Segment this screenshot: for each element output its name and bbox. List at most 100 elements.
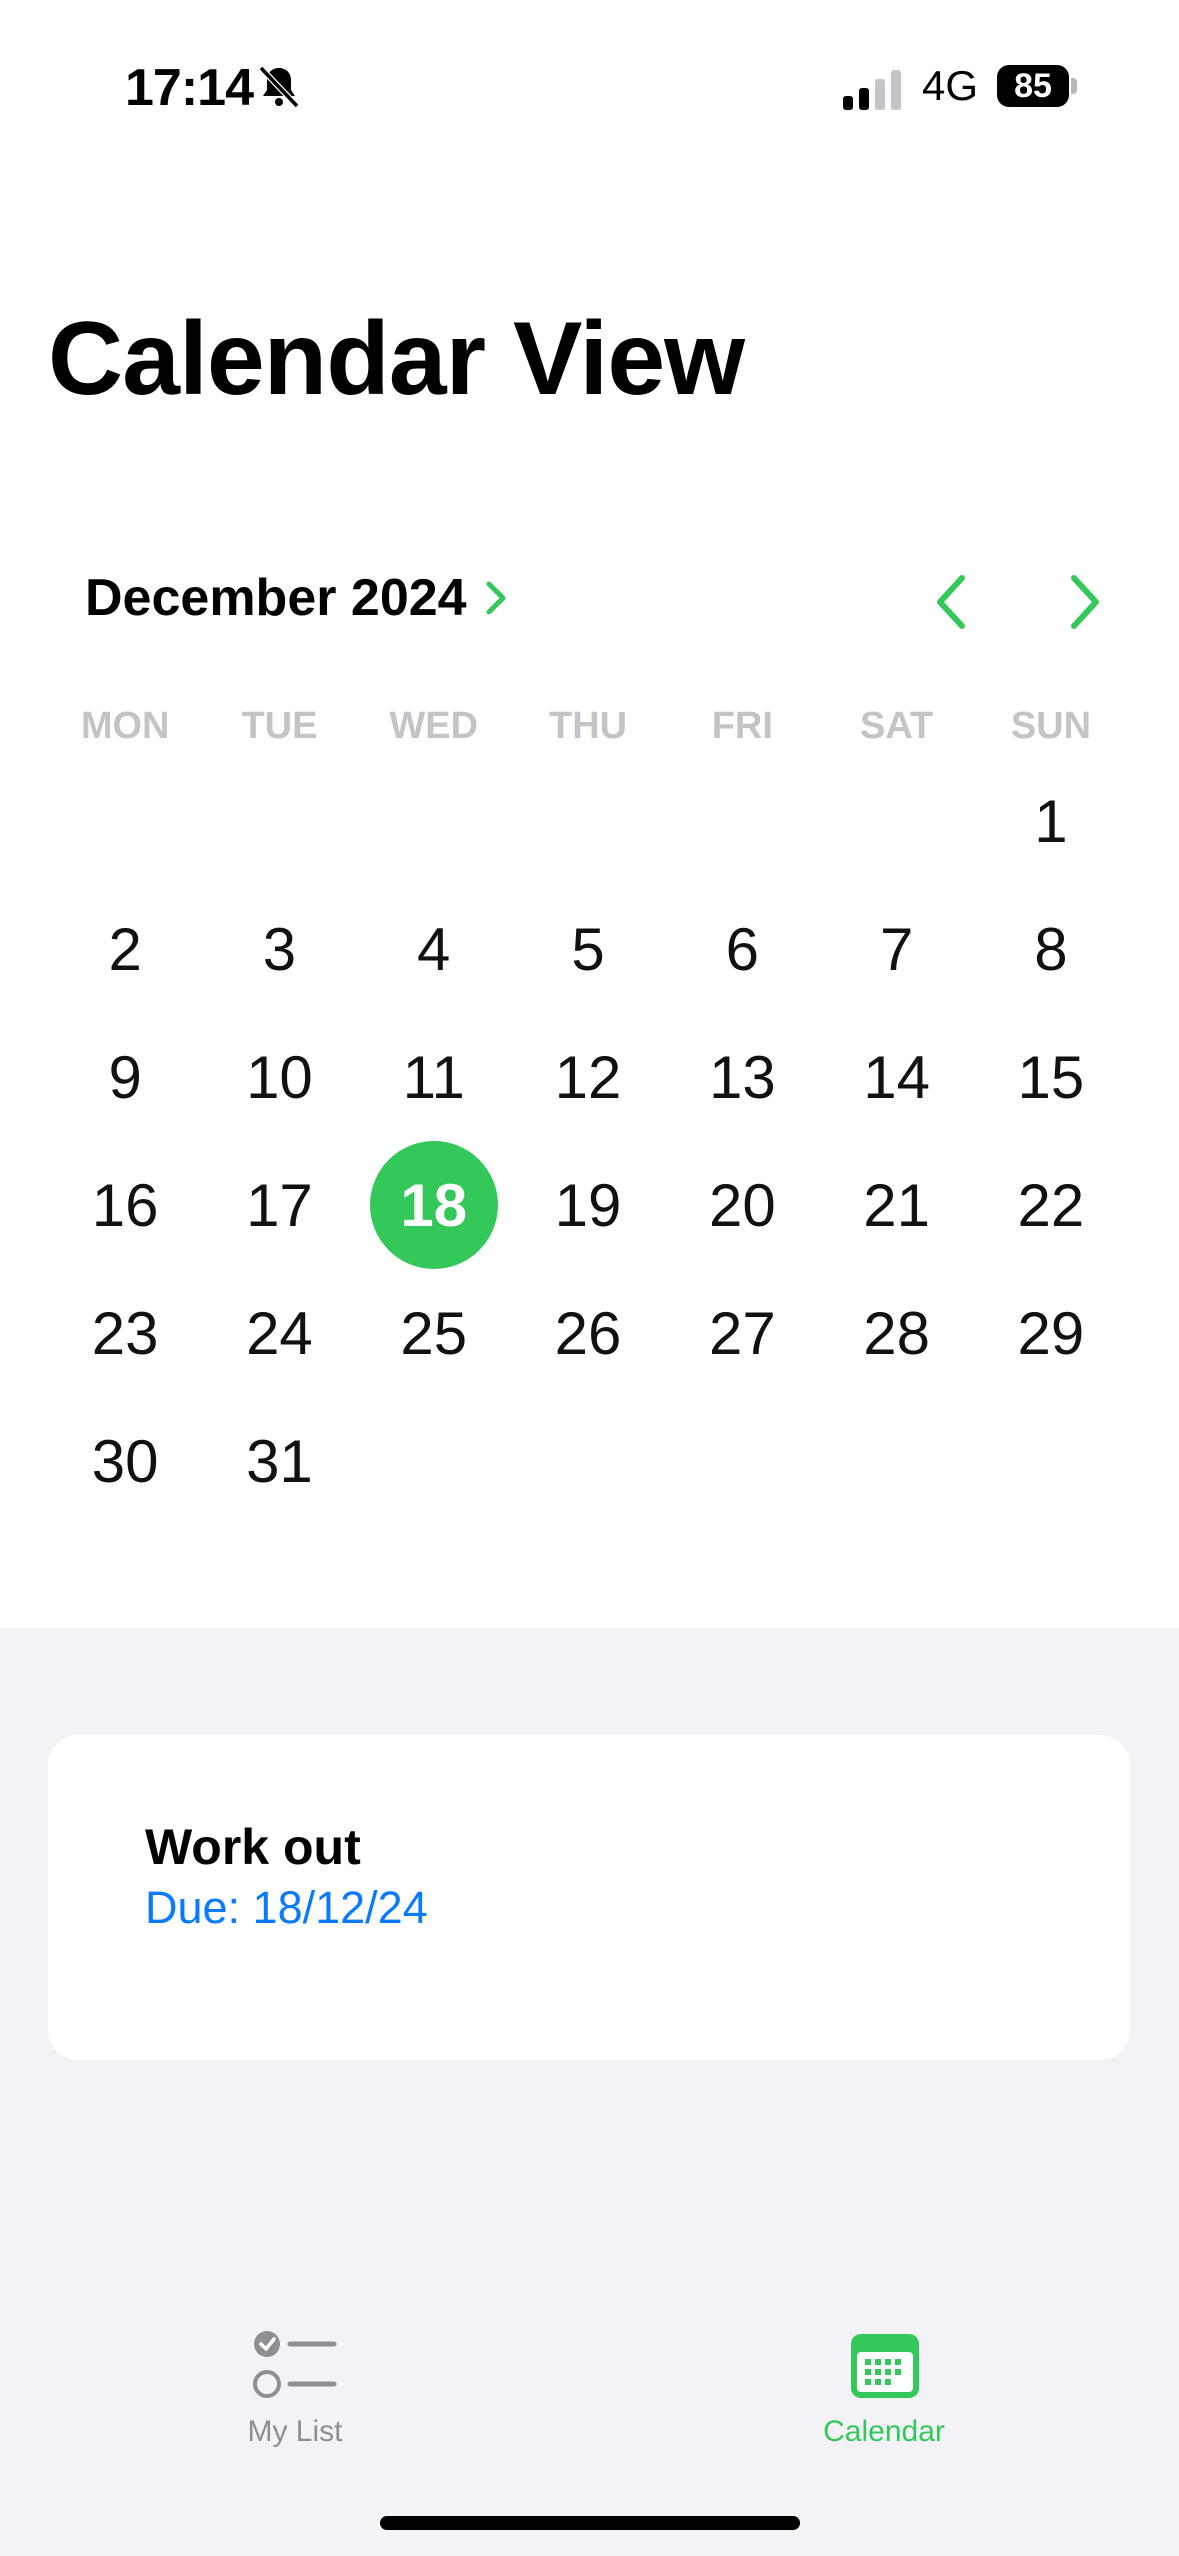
- day-number: 18: [369, 1141, 498, 1269]
- tab-calendar[interactable]: Calendar: [734, 2320, 1034, 2460]
- tab-label: My List: [247, 2415, 343, 2448]
- day-number: 25: [400, 1299, 468, 1367]
- status-bar: 17:14 4G 85: [0, 0, 1179, 175]
- empty-day-cell: [357, 757, 511, 885]
- weekday-label: MON: [80, 705, 170, 747]
- day-number: 10: [246, 1043, 313, 1111]
- calendar-day[interactable]: 16: [48, 1141, 202, 1269]
- calendar-day[interactable]: 19: [511, 1141, 665, 1269]
- empty-day-cell: [665, 757, 819, 885]
- weekday-label: WED: [389, 705, 479, 747]
- calendar-day[interactable]: 12: [511, 1013, 665, 1141]
- calendar-day[interactable]: 4: [357, 885, 511, 1013]
- weekday-header-row: MON TUE WED THU FRI SAT SUN: [48, 705, 1148, 748]
- calendar-day[interactable]: 21: [819, 1141, 973, 1269]
- empty-day-cell: [819, 757, 973, 885]
- task-title: Work out: [145, 1819, 361, 1875]
- calendar-day[interactable]: 8: [974, 885, 1128, 1013]
- day-number: 4: [417, 915, 451, 983]
- home-indicator[interactable]: [380, 2516, 800, 2530]
- calendar-day[interactable]: 20: [665, 1141, 819, 1269]
- calendar-day[interactable]: 3: [202, 885, 356, 1013]
- day-number: 8: [1034, 915, 1068, 983]
- day-number: 26: [554, 1299, 622, 1367]
- calendar-day[interactable]: 23: [48, 1269, 202, 1397]
- month-label: December 2024: [85, 569, 467, 627]
- day-number: 27: [708, 1299, 776, 1367]
- calendar-day[interactable]: 11: [357, 1013, 511, 1141]
- empty-day-cell: [974, 1397, 1128, 1525]
- day-number: 11: [402, 1043, 465, 1111]
- network-label: 4G: [922, 62, 979, 109]
- weekday-label: SAT: [860, 705, 934, 747]
- tab-my-list[interactable]: My List: [145, 2320, 445, 2460]
- weekday-label: THU: [548, 705, 628, 747]
- day-number: 31: [246, 1427, 313, 1495]
- month-picker[interactable]: December 2024: [85, 568, 511, 628]
- calendar-day[interactable]: 22: [974, 1141, 1128, 1269]
- day-number: 17: [246, 1171, 313, 1239]
- empty-day-cell: [202, 757, 356, 885]
- calendar-day[interactable]: 5: [511, 885, 665, 1013]
- next-month-button[interactable]: [1066, 570, 1106, 634]
- calendar-day[interactable]: 2: [48, 885, 202, 1013]
- day-number: 1: [1034, 787, 1068, 855]
- day-number: 14: [863, 1043, 930, 1111]
- calendar-day[interactable]: 17: [202, 1141, 356, 1269]
- day-number: 7: [879, 915, 914, 983]
- day-number: 9: [108, 1043, 142, 1111]
- day-number: 16: [91, 1171, 159, 1239]
- calendar-days-grid: 1 2 3 4 5 6 7 8 9 10 11 12 13 14 15 16 17 18 19 20 21 22 23 24 2…: [48, 757, 1148, 1525]
- calendar-day[interactable]: 13: [665, 1013, 819, 1141]
- calendar-day[interactable]: 30: [48, 1397, 202, 1525]
- calendar-day[interactable]: 29: [974, 1269, 1128, 1397]
- day-number: 20: [708, 1171, 776, 1239]
- day-number: 29: [1017, 1299, 1085, 1367]
- bell-slash-icon: [258, 65, 300, 109]
- weekday-label: FRI: [711, 705, 773, 747]
- calendar-day[interactable]: 7: [819, 885, 973, 1013]
- calendar-day[interactable]: 26: [511, 1269, 665, 1397]
- day-number: 3: [262, 915, 297, 983]
- signal-icon: [843, 70, 901, 110]
- tab-label: Calendar: [823, 2415, 945, 2448]
- day-number: 6: [725, 915, 760, 983]
- empty-day-cell: [511, 1397, 665, 1525]
- task-due-date: Due: 18/12/24: [145, 1882, 428, 1933]
- day-number: 23: [91, 1299, 159, 1367]
- calendar-day[interactable]: 18: [357, 1141, 511, 1269]
- empty-day-cell: [819, 1397, 973, 1525]
- battery-level: 85: [1014, 67, 1052, 105]
- calendar-day[interactable]: 6: [665, 885, 819, 1013]
- day-number: 2: [108, 915, 142, 983]
- calendar-day[interactable]: 15: [974, 1013, 1128, 1141]
- empty-day-cell: [511, 757, 665, 885]
- calendar-day[interactable]: 9: [48, 1013, 202, 1141]
- day-number: 28: [863, 1299, 930, 1367]
- day-number: 5: [571, 915, 605, 983]
- calendar-day[interactable]: 31: [202, 1397, 356, 1525]
- previous-month-button[interactable]: [930, 570, 970, 634]
- day-number: 12: [554, 1043, 622, 1111]
- day-number: 19: [554, 1171, 622, 1239]
- calendar-day[interactable]: 28: [819, 1269, 973, 1397]
- empty-day-cell: [665, 1397, 819, 1525]
- calendar-day[interactable]: 14: [819, 1013, 973, 1141]
- calendar-icon: [851, 2334, 919, 2398]
- day-number: 24: [246, 1299, 313, 1367]
- day-number: 22: [1017, 1171, 1085, 1239]
- weekday-label: SUN: [1010, 705, 1092, 747]
- calendar-day[interactable]: 25: [357, 1269, 511, 1397]
- chevron-right-icon: [486, 581, 506, 615]
- day-number: 15: [1017, 1043, 1085, 1111]
- status-time: 17:14: [125, 59, 254, 117]
- calendar-day[interactable]: 1: [974, 757, 1128, 885]
- day-number: 21: [863, 1171, 930, 1239]
- calendar-day[interactable]: 27: [665, 1269, 819, 1397]
- calendar-day[interactable]: 24: [202, 1269, 356, 1397]
- day-number: 30: [91, 1427, 159, 1495]
- weekday-label: TUE: [241, 705, 318, 747]
- task-card[interactable]: Work out Due: 18/12/24: [48, 1735, 1130, 2060]
- calendar-day[interactable]: 10: [202, 1013, 356, 1141]
- empty-day-cell: [357, 1397, 511, 1525]
